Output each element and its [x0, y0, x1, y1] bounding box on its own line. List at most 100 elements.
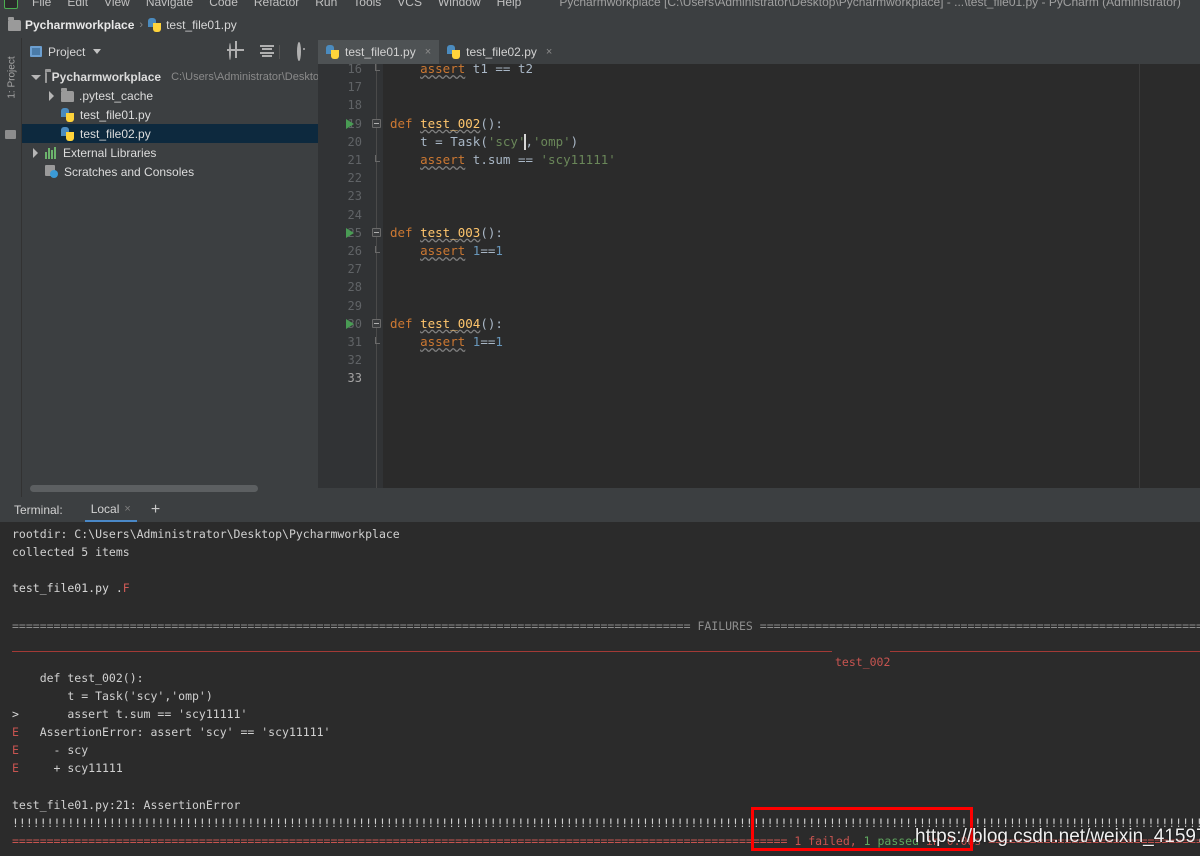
project-hscrollbar-thumb[interactable] — [30, 485, 258, 492]
fold-collapse-icon[interactable] — [372, 118, 381, 128]
editor-code-line: assert t.sum == 'scy11111' — [420, 152, 616, 167]
editor-tab-test-file02-py[interactable]: test_file02.py × — [439, 40, 560, 64]
tree-item-pycharmworkplace[interactable]: Pycharmworkplace C:\Users\Administrator\D… — [22, 67, 319, 86]
scratches-icon — [45, 165, 59, 178]
twisty-closed-icon[interactable] — [46, 90, 56, 101]
terminal-line-task: t = Task('scy','omp') — [12, 689, 213, 703]
tree-item-label: Scratches and Consoles — [64, 164, 195, 179]
menu-item-navigate[interactable]: Navigate — [138, 0, 201, 11]
editor-code-line: assert 1==1 — [420, 243, 503, 258]
window-title: Pycharmworkplace [C:\Users\Administrator… — [559, 0, 1181, 9]
twisty-open-icon[interactable] — [30, 72, 41, 82]
editor-code-line: def test_002(): — [390, 115, 503, 131]
editor-tab-bar: test_file01.py × test_file02.py × — [318, 40, 560, 64]
menu-item-vcs[interactable]: VCS — [389, 0, 430, 11]
editor-line-number: 17 — [347, 80, 362, 95]
pycharm-window: File Edit View Navigate Code Refactor Ru… — [0, 0, 1200, 856]
run-test-icon[interactable] — [346, 319, 354, 330]
code-editor[interactable]: 16 assert t1 == t2 17 18 19 def test_002(): 2… — [318, 64, 1200, 488]
editor-code-line — [390, 278, 1200, 296]
fold-end-icon[interactable] — [375, 337, 380, 344]
app-logo-icon — [4, 0, 18, 9]
chevron-down-icon[interactable] — [93, 49, 102, 54]
fold-collapse-icon[interactable] — [372, 318, 381, 328]
menu-item-code[interactable]: Code — [201, 0, 246, 11]
collapse-all-icon[interactable] — [252, 44, 274, 60]
text-caret — [524, 133, 526, 150]
terminal-line-assertionerror: AssertionError: assert 'scy' == 'scy1111… — [12, 725, 331, 739]
editor-line-number: 20 — [347, 134, 362, 149]
add-terminal-icon[interactable]: + — [151, 501, 160, 518]
tree-item-test-file02-py[interactable]: test_file02.py — [22, 124, 319, 143]
tree-item-scratches-and-consoles[interactable]: Scratches and Consoles — [22, 162, 319, 181]
breadcrumb-file-label: test_file01.py — [166, 18, 237, 32]
terminal-output[interactable]: rootdir: C:\Users\Administrator\Desktop\… — [0, 522, 1200, 856]
editor-code-line: assert t1 == t2 — [420, 64, 533, 76]
breadcrumb: Pycharmworkplace › test_file01.py — [0, 12, 1200, 38]
project-hscrollbar[interactable] — [22, 484, 319, 493]
terminal-line-def: def test_002(): — [12, 671, 144, 685]
fold-end-icon[interactable] — [375, 246, 380, 253]
editor-code-line — [390, 169, 1200, 187]
python-file-icon — [148, 18, 162, 32]
twisty-closed-icon[interactable] — [30, 147, 40, 158]
tree-item-label: Pycharmworkplace — [51, 69, 162, 84]
breadcrumb-project[interactable]: Pycharmworkplace — [8, 16, 134, 32]
close-icon[interactable]: × — [546, 46, 552, 58]
fold-end-icon[interactable] — [375, 64, 380, 71]
editor-code-line — [390, 351, 1200, 369]
python-file-icon — [326, 45, 340, 59]
library-icon — [45, 146, 58, 159]
editor-line-number: 21 — [347, 153, 362, 167]
failure-test-name: test_002 — [835, 655, 891, 669]
run-test-icon[interactable] — [346, 119, 354, 130]
close-icon[interactable]: × — [425, 46, 431, 58]
breadcrumb-separator: › — [139, 19, 144, 31]
editor-line-number: 16 — [347, 64, 362, 76]
close-icon[interactable]: × — [124, 503, 130, 515]
editor-tab-test-file01-py[interactable]: test_file01.py × — [318, 40, 440, 64]
tree-item-external-libraries[interactable]: External Libraries — [22, 143, 319, 162]
run-test-icon[interactable] — [346, 228, 354, 239]
terminal-line-file-assertionerror: test_file01.py:21: AssertionError — [12, 798, 241, 812]
editor-line-number: 29 — [347, 298, 362, 313]
editor-tab-label: test_file02.py — [466, 45, 537, 59]
menu-item-file[interactable]: File — [24, 0, 59, 11]
editor-line-number: 28 — [347, 280, 362, 295]
editor-line-number: 31 — [347, 335, 362, 349]
menu-item-help[interactable]: Help — [489, 0, 530, 11]
settings-gear-icon[interactable] — [291, 42, 307, 61]
tree-item-label: test_file01.py — [80, 107, 151, 122]
menu-bar: File Edit View Navigate Code Refactor Ru… — [0, 0, 1200, 12]
fold-end-icon[interactable] — [375, 155, 380, 162]
python-file-icon — [61, 107, 75, 122]
menu-item-view[interactable]: View — [96, 0, 138, 11]
menu-item-window[interactable]: Window — [430, 0, 489, 11]
editor-line-number: 30 — [347, 316, 362, 331]
locate-target-icon[interactable] — [222, 43, 238, 60]
editor-line-number: 18 — [347, 98, 362, 113]
python-file-icon — [447, 45, 461, 59]
terminal-line-rootdir: rootdir: C:\Users\Administrator\Desktop\… — [12, 527, 400, 541]
tree-item--pytest-cache[interactable]: .pytest_cache — [22, 86, 319, 105]
menu-item-run[interactable]: Run — [307, 0, 345, 11]
project-window-icon — [30, 46, 42, 57]
breadcrumb-file[interactable]: test_file01.py — [148, 18, 237, 32]
editor-code-line: t = Task('scy','omp') — [390, 133, 579, 149]
menu-item-tools[interactable]: Tools — [345, 0, 389, 11]
fold-collapse-icon[interactable] — [372, 227, 381, 237]
project-panel-title: Project — [48, 44, 86, 59]
terminal-tab-local[interactable]: Local × — [84, 499, 137, 522]
terminal-label: Terminal: — [14, 502, 63, 517]
editor-code-line — [390, 96, 1200, 114]
menu-item-edit[interactable]: Edit — [59, 0, 96, 11]
tree-item-test-file01-py[interactable]: test_file01.py — [22, 105, 319, 124]
sidebar-tab-project[interactable]: 1: Project — [7, 48, 18, 108]
terminal-line-testfile-result: test_file01.py .F — [12, 581, 130, 595]
terminal-line-failure-name: test_002 — [0, 635, 1200, 689]
menu-item-refactor[interactable]: Refactor — [246, 0, 307, 11]
tree-item-label: .pytest_cache — [79, 88, 154, 103]
terminal-line-collected: collected 5 items — [12, 545, 130, 559]
failure-rule-left — [12, 651, 832, 652]
